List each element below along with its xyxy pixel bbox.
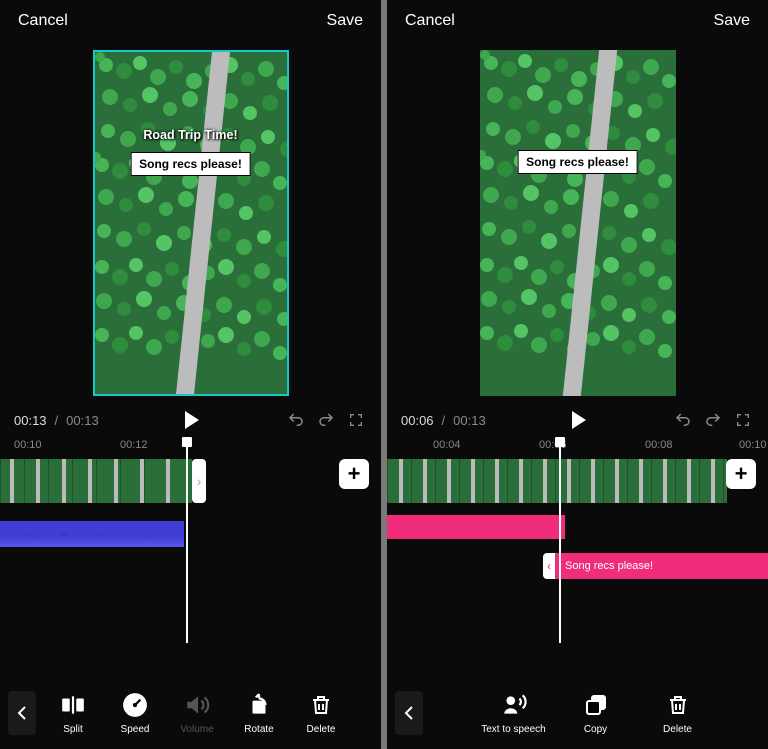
preview-area: Road Trip Time! Song recs please!: [0, 42, 381, 404]
play-button[interactable]: [572, 411, 586, 429]
ruler-tick: 00:10: [739, 439, 767, 451]
time-total: 00:13: [66, 413, 99, 428]
editor-pane-right: Cancel Save Song recs please! 00:06 / 00:1…: [387, 0, 768, 749]
tts-icon: [501, 692, 527, 718]
timeline-ruler[interactable]: 00:04 00:06 00:08 00:10: [387, 431, 768, 453]
tool-label: Split: [63, 724, 82, 735]
video-preview[interactable]: Road Trip Time! Song recs please!: [93, 50, 289, 396]
ruler-tick: 00:12: [120, 439, 148, 451]
copy-tool[interactable]: Copy: [557, 692, 635, 735]
tool-label: Delete: [307, 724, 336, 735]
split-icon: [60, 692, 86, 718]
toolbar: Text to speech Copy Delete: [387, 677, 768, 749]
ruler-tick: 00:04: [433, 439, 461, 451]
text-to-speech-tool[interactable]: Text to speech: [475, 692, 553, 735]
time-sep: /: [55, 413, 59, 428]
text-track[interactable]: ‹ Song recs please!: [555, 553, 768, 579]
playhead[interactable]: [186, 443, 188, 643]
timeline[interactable]: › +: [0, 453, 381, 633]
video-preview[interactable]: Song recs please!: [480, 50, 676, 396]
add-clip-button[interactable]: +: [339, 459, 369, 489]
time-total: 00:13: [453, 413, 486, 428]
back-button[interactable]: [8, 691, 36, 735]
delete-tool[interactable]: Delete: [292, 692, 350, 735]
preview-area: Song recs please!: [387, 42, 768, 404]
time-current: 00:13: [14, 413, 47, 428]
overlay-text-box: Song recs please!: [517, 150, 638, 174]
volume-icon: [184, 692, 210, 718]
volume-tool: Volume: [168, 692, 226, 735]
timeline[interactable]: + ‹ Song recs please!: [387, 453, 768, 633]
cancel-button[interactable]: Cancel: [18, 12, 68, 30]
overlay-text-title: Road Trip Time!: [143, 128, 237, 142]
trash-icon: [308, 692, 334, 718]
playhead[interactable]: [559, 443, 561, 643]
tool-label: Volume: [180, 724, 213, 735]
save-button[interactable]: Save: [714, 12, 750, 30]
delete-tool[interactable]: Delete: [639, 692, 717, 735]
text-track-label: Song recs please!: [565, 560, 653, 572]
video-track[interactable]: [0, 459, 192, 503]
ruler-tick: 00:08: [645, 439, 673, 451]
split-tool[interactable]: Split: [44, 692, 102, 735]
undo-button[interactable]: [285, 409, 307, 431]
toolbar: Split Speed Volume Rotate Delete: [0, 677, 381, 749]
player-controls: 00:13 / 00:13: [0, 404, 381, 431]
clip-handle-right[interactable]: ›: [192, 459, 206, 503]
tool-label: Delete: [663, 724, 692, 735]
tool-label: Speed: [121, 724, 150, 735]
time-sep: /: [442, 413, 446, 428]
play-button[interactable]: [185, 411, 199, 429]
copy-icon: [583, 692, 609, 718]
cancel-button[interactable]: Cancel: [405, 12, 455, 30]
audio-track-pink[interactable]: [387, 515, 565, 539]
overlay-text-box: Song recs please!: [130, 152, 251, 176]
tool-label: Rotate: [244, 724, 273, 735]
ruler-tick: 00:10: [14, 439, 42, 451]
save-button[interactable]: Save: [327, 12, 363, 30]
editor-pane-left: Cancel Save Road Trip Time! Song recs pl…: [0, 0, 381, 749]
speed-tool[interactable]: Speed: [106, 692, 164, 735]
player-controls: 00:06 / 00:13: [387, 404, 768, 431]
audio-track[interactable]: [0, 521, 184, 547]
header: Cancel Save: [0, 0, 381, 42]
rotate-icon: [246, 692, 272, 718]
time-current: 00:06: [401, 413, 434, 428]
video-track[interactable]: [387, 459, 727, 503]
fullscreen-button[interactable]: [732, 409, 754, 431]
redo-button[interactable]: [702, 409, 724, 431]
back-button[interactable]: [395, 691, 423, 735]
rotate-tool[interactable]: Rotate: [230, 692, 288, 735]
fullscreen-button[interactable]: [345, 409, 367, 431]
speed-icon: [122, 692, 148, 718]
redo-button[interactable]: [315, 409, 337, 431]
header: Cancel Save: [387, 0, 768, 42]
text-track-handle[interactable]: ‹: [543, 553, 555, 579]
add-clip-button[interactable]: +: [726, 459, 756, 489]
trash-icon: [665, 692, 691, 718]
tool-label: Copy: [584, 724, 607, 735]
undo-button[interactable]: [672, 409, 694, 431]
tool-label: Text to speech: [481, 724, 545, 735]
